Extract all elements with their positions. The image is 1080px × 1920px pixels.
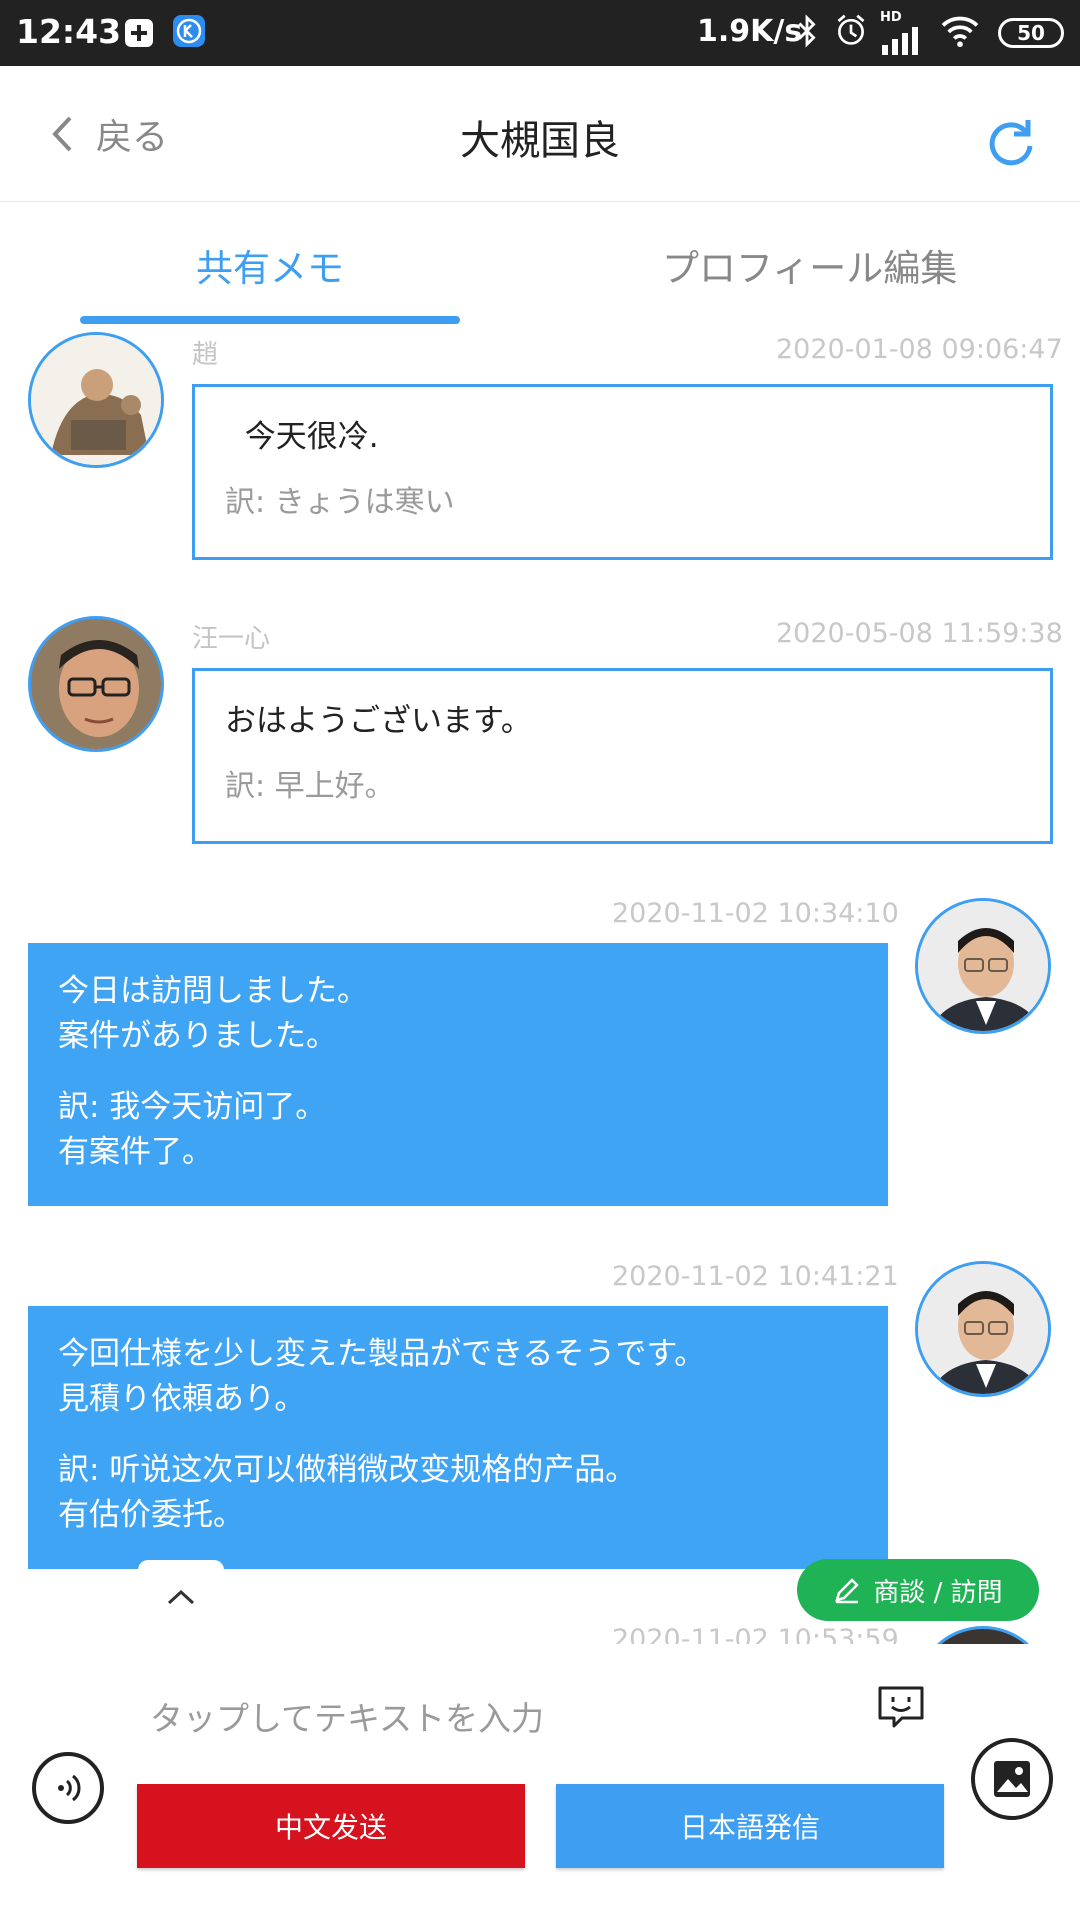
message-timestamp: 2020-01-08 09:06:47: [776, 334, 1063, 365]
message-text: おはようございます。: [225, 703, 532, 739]
message-timestamp: 2020-11-02 10:53:59: [612, 1624, 899, 1644]
message-bubble-incoming[interactable]: おはようございます。 訳: 早上好。: [192, 668, 1053, 844]
avatar-photo: [918, 901, 1048, 1031]
avatar[interactable]: [28, 332, 164, 468]
negotiation-visit-button[interactable]: 商談 / 訪問: [797, 1559, 1039, 1621]
collapse-handle[interactable]: [138, 1560, 224, 1634]
alarm-icon: [837, 14, 865, 45]
avatar[interactable]: [28, 616, 164, 752]
message-input[interactable]: [150, 1688, 840, 1748]
voice-icon: [58, 1774, 81, 1802]
sender-name: 趙: [192, 340, 219, 370]
chevron-up-icon: [167, 1589, 195, 1605]
image-picker-button[interactable]: [971, 1738, 1053, 1820]
image-icon: [994, 1761, 1030, 1797]
emoji-icon[interactable]: [876, 1684, 926, 1730]
tab-active-indicator: [80, 316, 460, 324]
message-timestamp: 2020-11-02 10:34:10: [612, 898, 899, 929]
avatar-photo: [31, 619, 161, 749]
network-speed: 1.9K/s: [697, 14, 803, 49]
status-bar: 12:43 1.9K/s HD 50: [0, 0, 1080, 66]
message-text: 今回仕様を少し変えた製品ができるそうです。 見積り依頼あり。: [58, 1336, 706, 1417]
avatar[interactable]: [915, 898, 1051, 1034]
message-text: 今日は訪問しました。 案件がありました。: [58, 973, 368, 1054]
tab-shared-memo[interactable]: 共有メモ: [196, 238, 344, 292]
signal-icon: [882, 27, 918, 55]
sender-name: 汪一心: [192, 624, 271, 654]
refresh-icon[interactable]: [986, 116, 1036, 166]
message-translation: 訳: 我今天访问了。 有案件了。: [58, 1089, 327, 1170]
avatar[interactable]: [915, 1261, 1051, 1397]
composer: 中文发送 日本語発信: [0, 1644, 1080, 1920]
plus-icon: [125, 19, 153, 47]
wifi-icon: [941, 16, 979, 48]
app-k-icon: [173, 15, 205, 47]
message-timestamp: 2020-05-08 11:59:38: [776, 618, 1063, 649]
message-translation: 訳: 听说这次可以做稍微改变规格的产品。 有估价委托。: [58, 1452, 637, 1533]
voice-input-button[interactable]: [32, 1752, 104, 1824]
message-translation: 訳: きょうは寒い: [225, 485, 455, 520]
send-chinese-button[interactable]: 中文发送: [137, 1784, 525, 1868]
status-time: 12:43: [16, 12, 122, 51]
message-bubble-outgoing[interactable]: 今日は訪問しました。 案件がありました。 訳: 我今天访问了。 有案件了。: [28, 943, 888, 1206]
battery-level: 50: [1017, 21, 1045, 45]
message-translation: 訳: 早上好。: [225, 769, 395, 804]
message-bubble-incoming[interactable]: 今天很冷. 訳: きょうは寒い: [192, 384, 1053, 560]
tab-bar: 共有メモ プロフィール編集: [0, 202, 1080, 324]
message-text: 今天很冷.: [225, 419, 379, 455]
battery-indicator: 50: [998, 18, 1064, 48]
message-timestamp: 2020-11-02 10:41:21: [612, 1261, 899, 1292]
pencil-icon: [835, 1578, 860, 1604]
avatar[interactable]: [915, 1626, 1051, 1644]
avatar-photo: [918, 1264, 1048, 1394]
fab-label: 商談 / 訪問: [873, 1577, 1003, 1608]
network-type-label: HD: [880, 10, 902, 25]
page-title: 大槻国良: [460, 118, 620, 164]
bluetooth-icon: [798, 14, 816, 48]
tab-edit-profile[interactable]: プロフィール編集: [662, 238, 957, 292]
message-bubble-outgoing[interactable]: 今回仕様を少し変えた製品ができるそうです。 見積り依頼あり。 訳: 听说这次可以…: [28, 1306, 888, 1569]
avatar-illustration: [31, 335, 161, 465]
send-japanese-button[interactable]: 日本語発信: [556, 1784, 944, 1868]
app-header: 戻る 大槻国良: [0, 66, 1080, 202]
